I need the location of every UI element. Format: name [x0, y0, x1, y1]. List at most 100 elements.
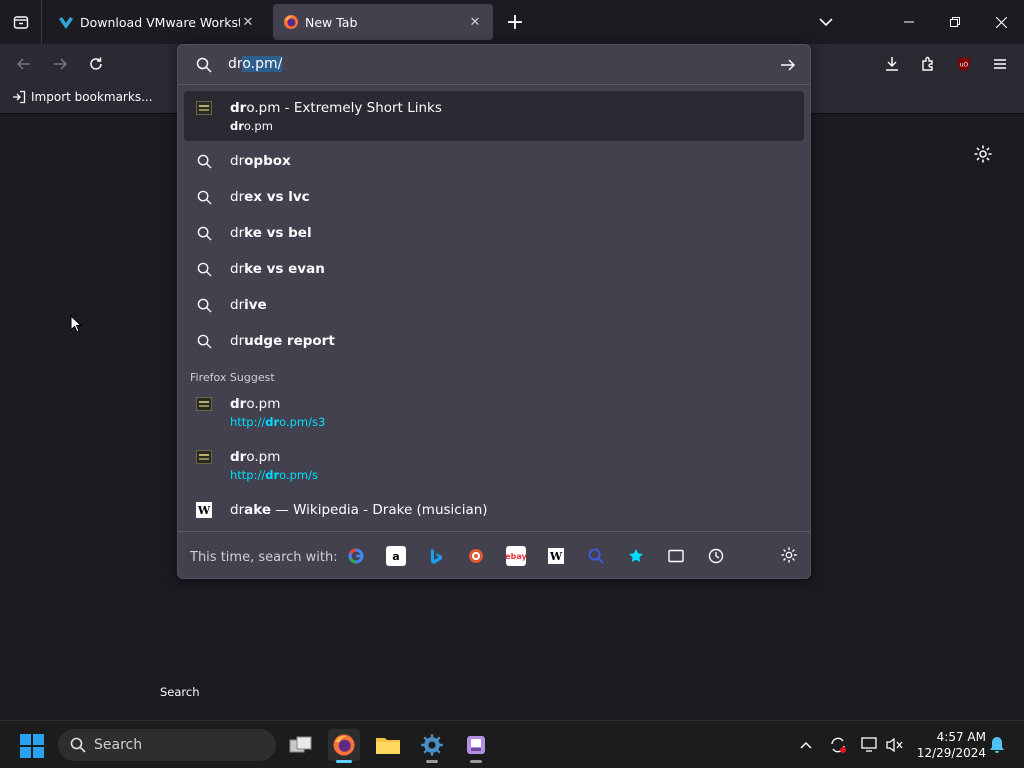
clock-time: 4:57 AM [936, 730, 986, 744]
search-suggestion-row[interactable]: drudge report [184, 323, 804, 359]
search-suggestion-row[interactable]: drive [184, 287, 804, 323]
close-icon [995, 16, 1007, 28]
search-icon [70, 737, 86, 753]
bookmarks-search-button[interactable] [626, 546, 646, 566]
firefox-suggest-row[interactable]: dro.pm http://dro.pm/s [184, 440, 804, 490]
suggestion-completion: ive [244, 297, 267, 313]
wikipedia-engine-button[interactable]: W [546, 546, 566, 566]
duckduckgo-engine-button[interactable] [466, 546, 486, 566]
chevron-down-icon [819, 18, 833, 27]
ublock-origin-button[interactable]: uO [950, 50, 978, 78]
amazon-engine-button[interactable]: a [386, 546, 406, 566]
clock-icon [708, 548, 724, 564]
urlbar-dropdown: dro.pm/ dro.pm - Extremely Short Links d… [177, 44, 811, 579]
suggestion-completion: udge report [244, 333, 335, 349]
google-engine-button[interactable] [346, 546, 366, 566]
close-tab-icon[interactable]: ✕ [240, 14, 256, 30]
svg-text:uO: uO [960, 62, 969, 69]
newtab-settings-gear-icon[interactable] [973, 144, 993, 164]
search-suggestion-row[interactable]: drke vs bel [184, 215, 804, 251]
bell-icon [990, 737, 1004, 753]
suggestion-completion: opbox [244, 153, 291, 169]
wiki-prefix: dr [230, 502, 245, 518]
new-tab-button[interactable]: + [502, 8, 528, 36]
taskbar-search[interactable]: Search [58, 729, 276, 761]
task-view-icon [289, 736, 312, 753]
urlbar-input[interactable]: dro.pm/ [178, 45, 810, 85]
mouse-cursor-icon [70, 315, 82, 333]
wikipedia-suggest-row[interactable]: W drake — Wikipedia - Drake (musician) [184, 493, 804, 527]
firefox-taskbar-button[interactable] [328, 729, 360, 763]
suggestion-prefix: dr [230, 261, 245, 277]
start-button[interactable] [20, 734, 44, 758]
suggestion-completion: ke vs bel [244, 225, 312, 241]
search-settings-gear-icon[interactable] [780, 546, 798, 564]
tab-vmware[interactable]: Download VMware Workstation ✕ [48, 4, 266, 40]
reload-button[interactable] [82, 50, 110, 78]
firefox-favicon-icon [284, 15, 298, 29]
settings-app-button[interactable] [416, 729, 448, 763]
suggest-title: o.pm [246, 395, 281, 412]
close-window-button[interactable] [978, 0, 1024, 44]
history-search-button[interactable] [706, 546, 726, 566]
suggest-url: o.pm/s [279, 467, 318, 482]
task-view-button[interactable] [285, 729, 317, 761]
tab-new-tab[interactable]: New Tab ✕ [273, 4, 493, 40]
sync-tray-icon[interactable] [827, 734, 849, 756]
search-icon [197, 190, 212, 205]
downloads-button[interactable] [878, 50, 906, 78]
site-favicon-icon [196, 100, 212, 116]
custom-search-engine-button[interactable] [586, 546, 606, 566]
ublock-shield-icon: uO [958, 57, 970, 71]
forward-button[interactable] [46, 50, 74, 78]
suggest-url: o.pm/s3 [279, 414, 326, 429]
close-tab-icon[interactable]: ✕ [467, 14, 483, 30]
site-favicon-icon [196, 396, 212, 412]
suggestion-prefix: dr [230, 225, 245, 241]
show-hidden-icons-button[interactable] [795, 734, 817, 756]
folder-icon [376, 738, 400, 754]
go-arrow-icon[interactable] [780, 57, 796, 73]
search-suggestion-row[interactable]: drke vs evan [184, 251, 804, 287]
bing-engine-button[interactable] [426, 546, 446, 566]
search-suggestion-row[interactable]: drex vs lvc [184, 179, 804, 215]
suggest-url-prefix: http:// [230, 467, 266, 482]
star-icon [629, 549, 643, 563]
back-button[interactable] [10, 50, 38, 78]
notifications-button[interactable] [986, 734, 1008, 756]
search-icon [196, 57, 212, 73]
import-icon [13, 90, 26, 104]
monitor-network-icon [861, 737, 877, 752]
tabs-search-button[interactable] [666, 546, 686, 566]
sync-icon [831, 737, 846, 753]
import-bookmarks-button[interactable]: Import bookmarks... [12, 90, 153, 104]
app-taskbar-button[interactable] [460, 729, 492, 763]
minimize-button[interactable] [886, 0, 932, 44]
taskbar-clock[interactable]: 4:57 AM 12/29/2024 [914, 729, 986, 761]
ebay-engine-button[interactable]: ebay [505, 546, 527, 566]
urlbar-text[interactable]: dro.pm/ [228, 56, 283, 72]
tab-strip: Download VMware Workstation ✕ New Tab ✕ … [0, 0, 1024, 44]
restore-button[interactable] [932, 0, 978, 44]
result-row-heuristic[interactable]: dro.pm - Extremely Short Links dro.pm [184, 91, 804, 141]
firefox-view-button[interactable] [0, 0, 42, 44]
file-explorer-button[interactable] [372, 729, 404, 761]
tab-title: New Tab [305, 14, 358, 30]
tab-title: Download VMware Workstation [80, 14, 240, 30]
network-tray-icon[interactable] [859, 734, 881, 756]
suggest-title-bold: dr [230, 395, 247, 412]
extensions-button[interactable] [914, 50, 942, 78]
search-suggestion-row[interactable]: dropbox [184, 143, 804, 179]
speaker-muted-icon [886, 737, 903, 753]
download-icon [886, 57, 898, 71]
clock-date: 12/29/2024 [916, 746, 986, 760]
newtab-search-label: Search [160, 685, 200, 699]
amazon-icon: a [392, 549, 400, 563]
firefox-suggest-row[interactable]: dro.pm http://dro.pm/s3 [184, 387, 804, 437]
list-all-tabs-button[interactable] [814, 10, 838, 34]
result-sub-bold: dr [230, 118, 244, 133]
google-icon [348, 548, 364, 564]
firefox-suggest-label: Firefox Suggest [190, 371, 275, 384]
menu-button[interactable] [986, 50, 1014, 78]
volume-tray-icon[interactable] [884, 734, 906, 756]
